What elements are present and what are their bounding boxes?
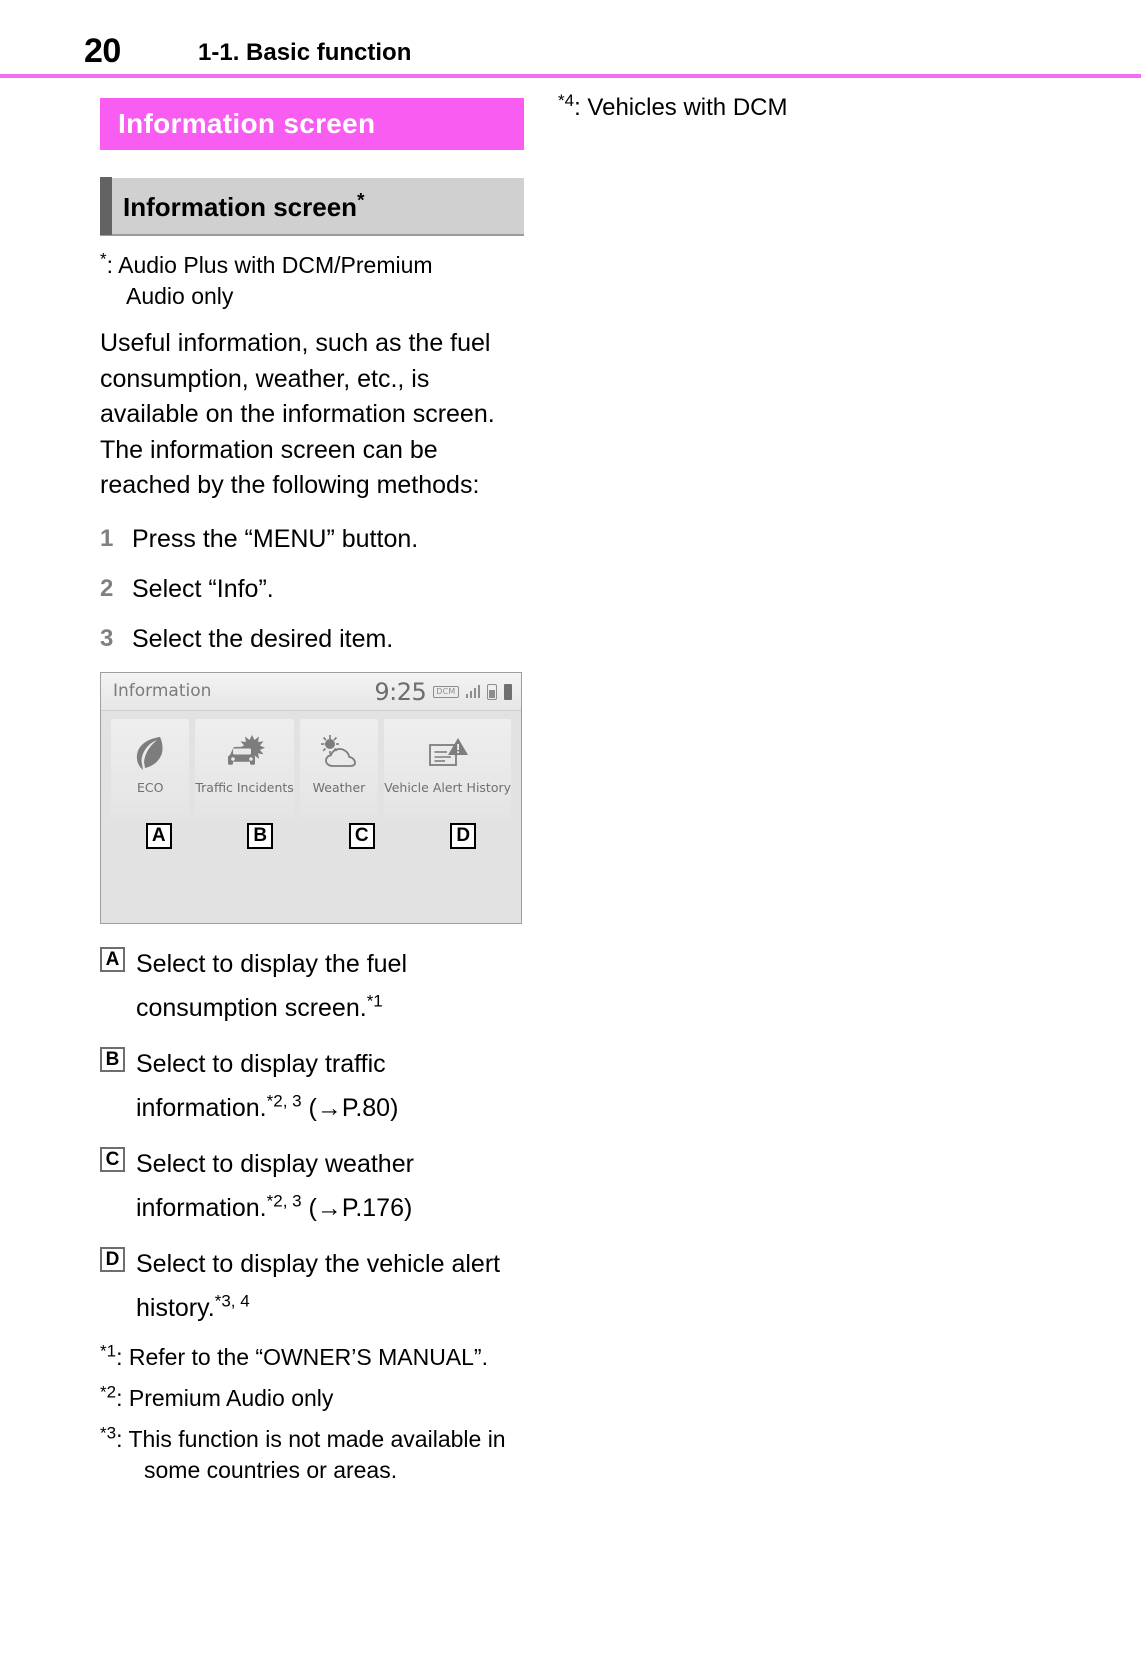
step-item: 2 Select “Info”. [100,572,524,606]
right-column: *4: Vehicles with DCM [558,92,1038,124]
callout-description-list: A Select to display the fuel consumption… [100,942,524,1330]
footnote-item-4: *4: Vehicles with DCM [558,92,1038,124]
callout-description-d: D Select to display the vehicle alert hi… [100,1242,524,1330]
subsection-heading-label: Information screen* [123,189,365,222]
page-ref: (→P.80) [301,1093,399,1122]
step-number: 1 [100,524,114,552]
footnote-ref: *2, 3 [266,1191,302,1211]
page-number: 20 [84,32,121,70]
step-text: Select “Info”. [132,574,274,603]
callout-marker: B [100,1042,136,1072]
footnote-item: *3: This function is not made available … [100,1424,524,1486]
callout-cell: B [213,822,309,849]
callout-cell: C [314,822,410,849]
callout-letter-b: B [100,1046,125,1072]
step-number: 3 [100,624,114,652]
footnote-ref: *3, 4 [214,1291,250,1311]
step-number: 2 [100,574,114,602]
page-title: 1-1. Basic function [198,39,412,66]
callout-letter-a: A [100,946,125,972]
footnote-item: *1: Refer to the “OWNER’S MANUAL”. [100,1342,524,1373]
device-tiles: ECO Traffic Incidents Weather Vehicle Al… [101,711,521,819]
step-text: Press the “MENU” button. [132,524,419,553]
note-line-2: Audio only [126,283,234,309]
device-callout-row: A B C D [101,822,521,849]
callout-description-text: Select to display weather information.*2… [136,1149,414,1222]
footnote-text: : Premium Audio only [116,1384,334,1411]
footnote-list: *1: Refer to the “OWNER’S MANUAL”. *2: P… [100,1342,524,1486]
intro-paragraph-1: Useful information, such as the fuel con… [100,329,495,428]
footnote-text: : This function is not made available in… [116,1425,506,1483]
sun-cloud-icon [315,730,363,776]
tile-label: Weather [312,779,366,795]
callout-badge-a: A [145,822,172,849]
footnote-ref: *2, 3 [266,1091,302,1111]
intro-paragraph-2: The information screen can be reached by… [100,435,480,500]
page-ref: (→P.176) [301,1193,413,1222]
footnote-text: : Vehicles with DCM [574,94,788,121]
callout-badge-b: B [247,822,274,849]
note-marker: * [100,249,107,269]
battery-icon [504,683,512,700]
subsection-heading: Information screen* [100,177,524,236]
footnote-marker: *2 [100,1381,117,1401]
footnote-item: *2: Premium Audio only [100,1383,524,1414]
alert-document-icon [425,730,471,776]
callout-letter-c: C [100,1146,125,1172]
footnote-marker: *1 [100,1340,117,1360]
tile-vehicle-alert-history[interactable]: Vehicle Alert History [384,718,512,819]
section-banner: Information screen [100,98,524,150]
signal-bars-icon [465,685,480,698]
subsection-accent-bar [100,177,112,235]
callout-cell: D [416,822,512,849]
step-item: 1 Press the “MENU” button. [100,522,524,556]
callout-badge-d: D [450,822,477,849]
tile-weather[interactable]: Weather [299,718,379,819]
traffic-incident-icon [222,730,268,776]
callout-description-c: C Select to display weather information.… [100,1142,524,1230]
dcm-badge-icon: DCM [433,685,459,698]
page-header: 20 1-1. Basic function [0,0,1141,78]
device-screen-title: Information [113,681,212,701]
tile-label: Traffic Incidents [195,779,294,795]
footnote-marker: *4 [558,91,575,110]
callout-badge-c: C [348,822,375,849]
callout-description-text: Select to display traffic information.*2… [136,1049,399,1122]
status-indicators: 9:25 DCM [374,673,512,711]
tile-eco[interactable]: ECO [111,718,190,819]
step-text: Select the desired item. [132,624,394,653]
note-line-1: : Audio Plus with DCM/Premium [106,252,433,278]
callout-letter-d: D [100,1246,125,1272]
left-column: Information screen Information screen* *… [100,98,524,1496]
callout-marker: A [100,942,136,972]
callout-description-a: A Select to display the fuel consumption… [100,942,524,1030]
device-status-bar: Information 9:25 DCM [101,672,521,711]
phone-icon [487,683,497,700]
header-divider [0,74,1141,78]
callout-description-text: Select to display the fuel consumption s… [136,949,407,1022]
tile-label: Vehicle Alert History [384,779,512,795]
callout-description-text: Select to display the vehicle alert hist… [136,1249,501,1322]
subsection-asterisk: * [357,189,365,211]
footnote-text: : Refer to the “OWNER’S MANUAL”. [116,1343,488,1370]
callout-cell: A [111,822,207,849]
tile-traffic-incidents[interactable]: Traffic Incidents [195,718,294,819]
section-banner-title: Information screen [118,108,376,139]
callout-description-b: B Select to display traffic information.… [100,1042,524,1130]
device-clock: 9:25 [374,677,427,706]
tile-label: ECO [136,779,164,795]
footnote-marker: *3 [100,1422,117,1442]
leaf-icon [133,730,167,776]
steps-list: 1 Press the “MENU” button. 2 Select “Inf… [100,522,524,656]
asterisk-note: *: Audio Plus with DCM/Premium Audio only [100,250,524,312]
callout-marker: C [100,1142,136,1172]
callout-marker: D [100,1242,136,1272]
device-screenshot: Information 9:25 DCM ECO Traffic Inciden… [100,671,522,924]
footnote-ref: *1 [366,991,383,1011]
step-item: 3 Select the desired item. [100,622,524,656]
